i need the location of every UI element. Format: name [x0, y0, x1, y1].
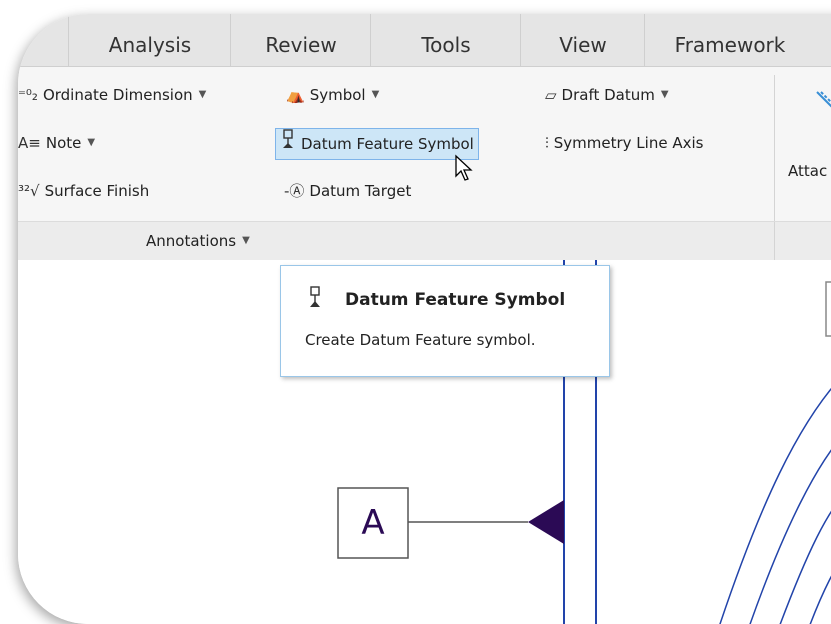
surface-finish-button[interactable]: ³²√ Surface Finish	[18, 177, 149, 205]
datum-feature-symbol-icon	[307, 286, 323, 312]
datum-triangle	[528, 500, 564, 544]
footer-separator	[774, 222, 775, 260]
datum-feature-symbol-label: Datum Feature Symbol	[301, 135, 474, 153]
annotations-group-label: Annotations	[146, 232, 237, 250]
symmetry-line-axis-button[interactable]: ⫶ Symmetry Line Axis	[545, 129, 703, 157]
chevron-down-icon: ▼	[242, 235, 250, 246]
note-button[interactable]: A≡ Note ▼	[18, 129, 95, 157]
curve-line-1	[719, 387, 831, 624]
datum-letter: A	[361, 503, 385, 543]
attach-icon[interactable]	[813, 89, 831, 117]
symbol-button[interactable]: ⛺ Symbol ▼	[286, 81, 379, 109]
tab-analysis[interactable]: Analysis	[68, 14, 231, 66]
ordinate-dimension-icon: ⁼⁰₂	[18, 86, 38, 104]
draft-datum-label: Draft Datum	[561, 86, 655, 104]
chevron-down-icon: ▼	[371, 89, 380, 100]
tooltip: Datum Feature Symbol Create Datum Featur…	[280, 265, 610, 377]
mouse-cursor-icon	[455, 154, 473, 181]
ordinate-dimension-label: Ordinate Dimension	[42, 86, 193, 104]
attach-button[interactable]: Attac	[788, 157, 827, 185]
symbol-icon: ⛺	[286, 86, 305, 104]
draft-datum-icon: ▱	[545, 86, 557, 104]
symbol-label: Symbol	[309, 86, 366, 104]
datum-feature-symbol-button[interactable]: Datum Feature Symbol	[275, 128, 479, 160]
ribbon-tab-bar: Analysis Review Tools View Framework	[18, 14, 831, 67]
tab-review[interactable]: Review	[230, 14, 371, 66]
chevron-down-icon: ▼	[660, 89, 669, 100]
curve-line-3	[779, 510, 831, 624]
curve-line-2	[749, 449, 831, 624]
tooltip-title: Datum Feature Symbol	[345, 290, 566, 310]
datum-target-icon: -Ⓐ	[284, 182, 305, 200]
symmetry-line-axis-icon: ⫶	[545, 134, 549, 152]
chevron-down-icon: ▼	[198, 89, 207, 100]
annotations-group-footer[interactable]: Annotations ▼	[18, 221, 831, 261]
annotations-group-button[interactable]: Annotations ▼	[146, 227, 250, 255]
chevron-down-icon: ▼	[87, 137, 96, 148]
note-label: Note	[45, 134, 82, 152]
tab-view[interactable]: View	[520, 14, 645, 66]
note-icon: A≡	[18, 134, 41, 152]
symmetry-line-axis-label: Symmetry Line Axis	[553, 134, 704, 152]
draft-datum-button[interactable]: ▱ Draft Datum ▼	[545, 81, 669, 109]
app-window: Analysis Review Tools View Framework ⁼⁰₂…	[18, 14, 831, 624]
tooltip-description: Create Datum Feature symbol.	[305, 331, 536, 349]
datum-target-label: Datum Target	[309, 182, 412, 200]
partial-box	[825, 281, 831, 337]
tab-tools[interactable]: Tools	[370, 14, 521, 66]
tab-framework[interactable]: Framework	[644, 14, 815, 66]
surface-finish-label: Surface Finish	[44, 182, 150, 200]
datum-target-button[interactable]: -Ⓐ Datum Target	[284, 177, 411, 205]
curve-line-4	[809, 575, 831, 624]
ribbon-panel: ⁼⁰₂ Ordinate Dimension ▼ ⛺ Symbol ▼ ▱ Dr…	[18, 67, 831, 265]
surface-finish-icon: ³²√	[18, 182, 40, 200]
attach-label: Attac	[788, 162, 828, 180]
datum-feature-symbol-icon	[280, 129, 296, 159]
ordinate-dimension-button[interactable]: ⁼⁰₂ Ordinate Dimension ▼	[18, 81, 206, 109]
